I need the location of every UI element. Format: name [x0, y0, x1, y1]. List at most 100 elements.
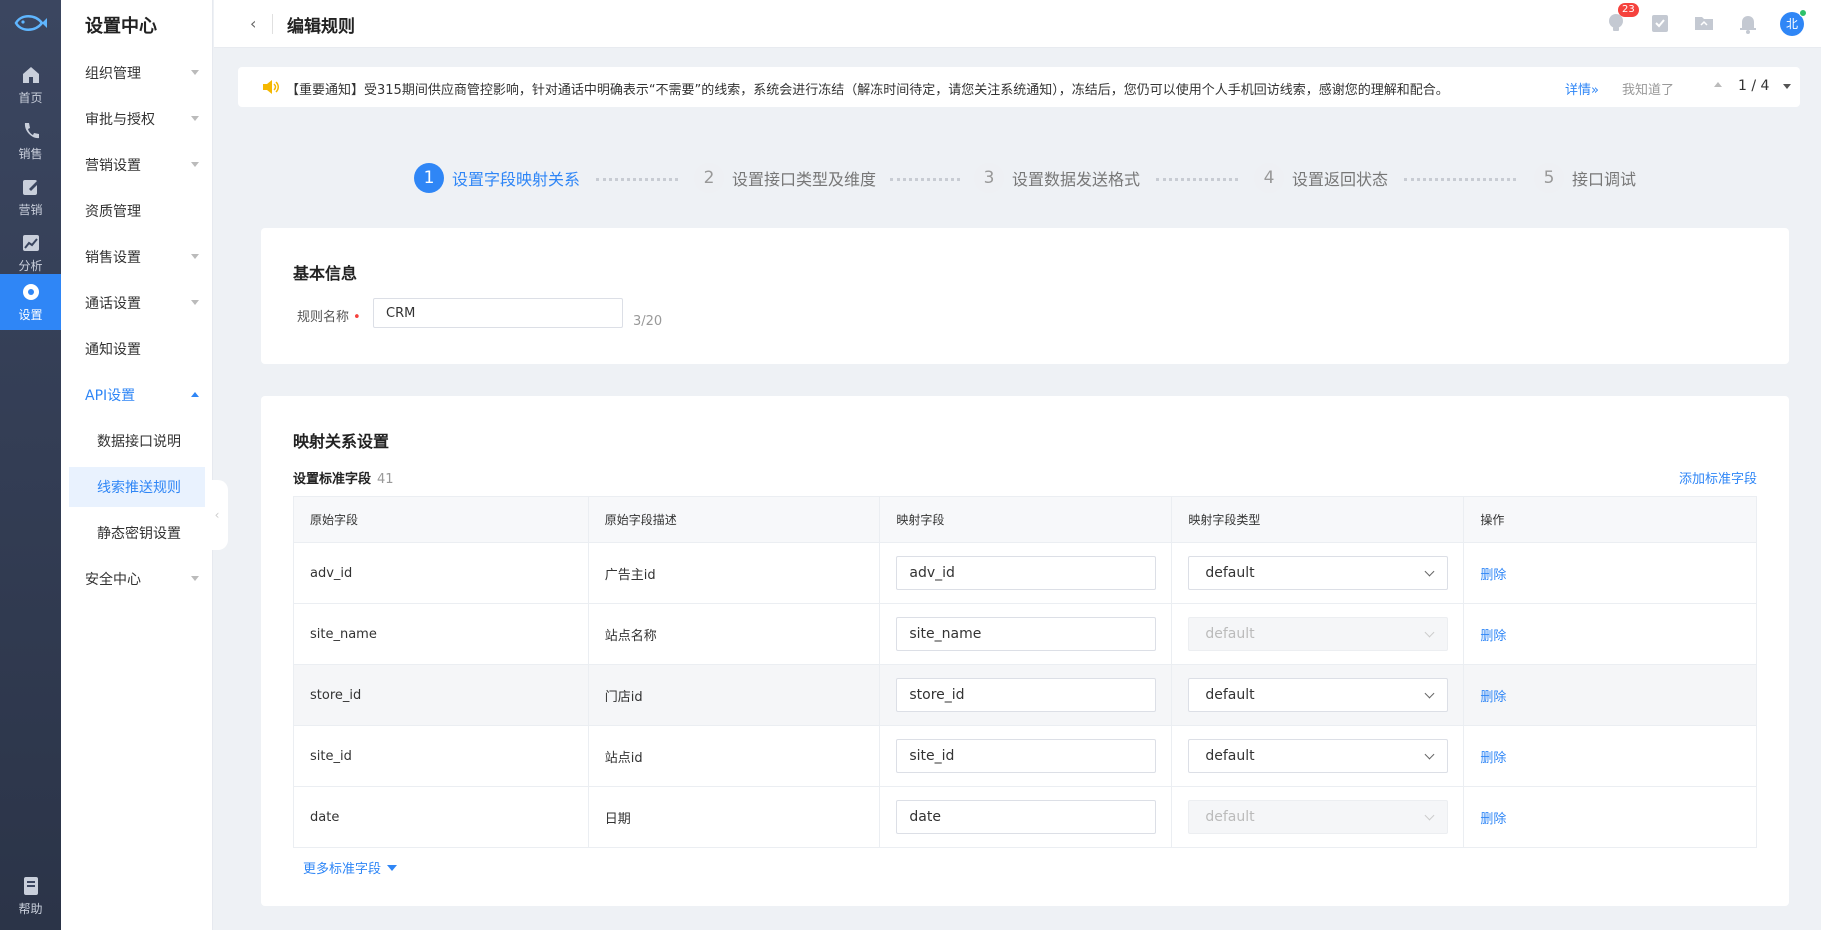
app-rail: 首页 销售 营销 分析 设置 帮助 [0, 0, 61, 930]
table-row: site_name 站点名称 site_name default 删除 [293, 603, 1757, 665]
sidebar-item-data-api[interactable]: 数据接口说明 [61, 421, 213, 461]
mapped-type-select[interactable]: default [1188, 739, 1449, 773]
folder-icon[interactable] [1693, 12, 1715, 34]
rail-item-help[interactable]: 帮助 [0, 868, 61, 924]
step-4[interactable]: 4 设置返回状态 [1254, 162, 1388, 194]
step-5[interactable]: 5 接口调试 [1534, 162, 1636, 194]
mapped-type-select: default [1188, 800, 1449, 834]
delete-link[interactable]: 删除 [1480, 751, 1506, 766]
divider [272, 14, 273, 34]
rail-item-sales[interactable]: 销售 [0, 113, 61, 169]
mapping-card: 映射关系设置 设置标准字段 41 添加标准字段 原始字段 原始字段描述 映射字段 … [261, 396, 1789, 906]
rail-item-settings[interactable]: 设置 [0, 274, 61, 330]
edit-icon [22, 180, 39, 195]
mapped-field-input[interactable]: date [896, 800, 1157, 834]
more-standard-fields-toggle[interactable]: 更多标准字段 [303, 858, 398, 877]
mapped-field-input[interactable]: adv_id [896, 556, 1157, 590]
column-header: 原始字段描述 [587, 496, 881, 543]
column-header: 映射字段类型 [1171, 496, 1465, 543]
step-1[interactable]: 1 设置字段映射关系 [414, 162, 580, 194]
column-header: 原始字段 [293, 496, 589, 543]
step-label: 设置字段映射关系 [452, 170, 581, 189]
notice-pagination: 1 / 4 [1738, 78, 1770, 94]
bell-icon[interactable] [1737, 12, 1759, 34]
mapped-field-cell: site_id [879, 725, 1173, 787]
column-header: 映射字段 [879, 496, 1173, 543]
chevron-down-icon [191, 300, 199, 305]
notice-details-link[interactable]: 详情» [1565, 79, 1599, 98]
mapped-type-select[interactable]: default [1188, 556, 1449, 590]
subtitle-text: 设置标准字段 [293, 472, 372, 487]
action-cell: 删除 [1463, 603, 1757, 665]
sidebar-item-api[interactable]: API设置 [61, 375, 213, 415]
sidebar-item-static-key[interactable]: 静态密钥设置 [61, 513, 213, 553]
action-cell: 删除 [1463, 664, 1757, 726]
chevron-down-icon [1424, 810, 1435, 821]
add-standard-field-link[interactable]: 添加标准字段 [1679, 468, 1757, 487]
sidebar-title: 设置中心 [85, 16, 157, 37]
page-title: 编辑规则 [287, 17, 355, 37]
mapped-field-input[interactable]: store_id [896, 678, 1157, 712]
toggle-label: 更多标准字段 [303, 862, 382, 877]
sidebar-item-marketing[interactable]: 营销设置 [61, 145, 213, 185]
delete-link[interactable]: 删除 [1480, 568, 1506, 583]
sidebar-item-label: 安全中心 [85, 572, 141, 588]
notification-badge: 23 [1618, 3, 1639, 17]
sidebar-item-label: 资质管理 [85, 204, 141, 220]
source-field-desc: 站点名称 [587, 603, 881, 665]
delete-link[interactable]: 删除 [1480, 690, 1506, 705]
clipboard-check-icon[interactable] [1649, 12, 1671, 34]
back-arrow-icon[interactable]: ‹ [250, 14, 256, 33]
source-field: store_id [293, 664, 589, 726]
mapped-field-input[interactable]: site_id [896, 739, 1157, 773]
fish-logo-icon[interactable] [13, 10, 47, 36]
sidebar-item-notify[interactable]: 通知设置 [61, 329, 213, 369]
select-value: default [1205, 748, 1255, 764]
rail-item-marketing[interactable]: 营销 [0, 169, 61, 225]
sidebar-item-label: 数据接口说明 [97, 434, 181, 450]
table-row: site_id 站点id site_id default 删除 [293, 725, 1757, 787]
source-field: adv_id [293, 542, 589, 604]
mapped-field-input[interactable]: site_name [896, 617, 1157, 651]
home-icon [22, 67, 39, 83]
chevron-down-icon [1424, 749, 1435, 760]
step-3[interactable]: 3 设置数据发送格式 [974, 162, 1140, 194]
sidebar-item-sales[interactable]: 销售设置 [61, 237, 213, 277]
caret-down-icon [387, 864, 398, 871]
basic-info-card: 基本信息 规则名称 • CRM 3/20 [261, 228, 1789, 364]
delete-link[interactable]: 删除 [1480, 812, 1506, 827]
notice-dismiss-link[interactable]: 我知道了 [1622, 79, 1674, 98]
rail-item-home[interactable]: 首页 [0, 57, 61, 113]
rule-name-input[interactable]: CRM [373, 298, 623, 328]
source-field: date [293, 786, 589, 848]
sidebar-item-org[interactable]: 组织管理 [61, 53, 213, 93]
required-mark: • [353, 310, 361, 325]
chevron-down-icon [1424, 627, 1435, 638]
mapped-field-cell: site_name [879, 603, 1173, 665]
sidebar-collapse-handle[interactable]: ‹ [206, 480, 228, 550]
sidebar-item-qualification[interactable]: 资质管理 [61, 191, 213, 231]
rail-label: 帮助 [18, 902, 43, 916]
step-connector [1156, 178, 1238, 181]
sidebar-item-security[interactable]: 安全中心 [61, 559, 213, 599]
step-number: 2 [694, 163, 724, 193]
mapped-type-select[interactable]: default [1188, 678, 1449, 712]
notice-prev-icon[interactable] [1714, 82, 1722, 87]
chevron-down-icon [191, 162, 199, 167]
notice-next-icon[interactable] [1783, 84, 1791, 89]
rail-item-analysis[interactable]: 分析 [0, 225, 61, 281]
sidebar-item-call[interactable]: 通话设置 [61, 283, 213, 323]
source-field-desc: 站点id [587, 725, 881, 787]
sidebar-item-label: 通知设置 [85, 342, 141, 358]
mapping-title: 映射关系设置 [293, 432, 390, 451]
step-2[interactable]: 2 设置接口类型及维度 [694, 162, 876, 194]
delete-link[interactable]: 删除 [1480, 629, 1506, 644]
sidebar-item-lead-push[interactable]: 线索推送规则 [69, 467, 205, 507]
chevron-down-icon [191, 254, 199, 259]
chevron-down-icon [191, 576, 199, 581]
sidebar-item-label: 静态密钥设置 [97, 526, 181, 542]
sidebar-item-approval[interactable]: 审批与授权 [61, 99, 213, 139]
sidebar-item-label: 审批与授权 [85, 112, 155, 128]
select-value: default [1205, 687, 1255, 703]
source-field-desc: 日期 [587, 786, 881, 848]
